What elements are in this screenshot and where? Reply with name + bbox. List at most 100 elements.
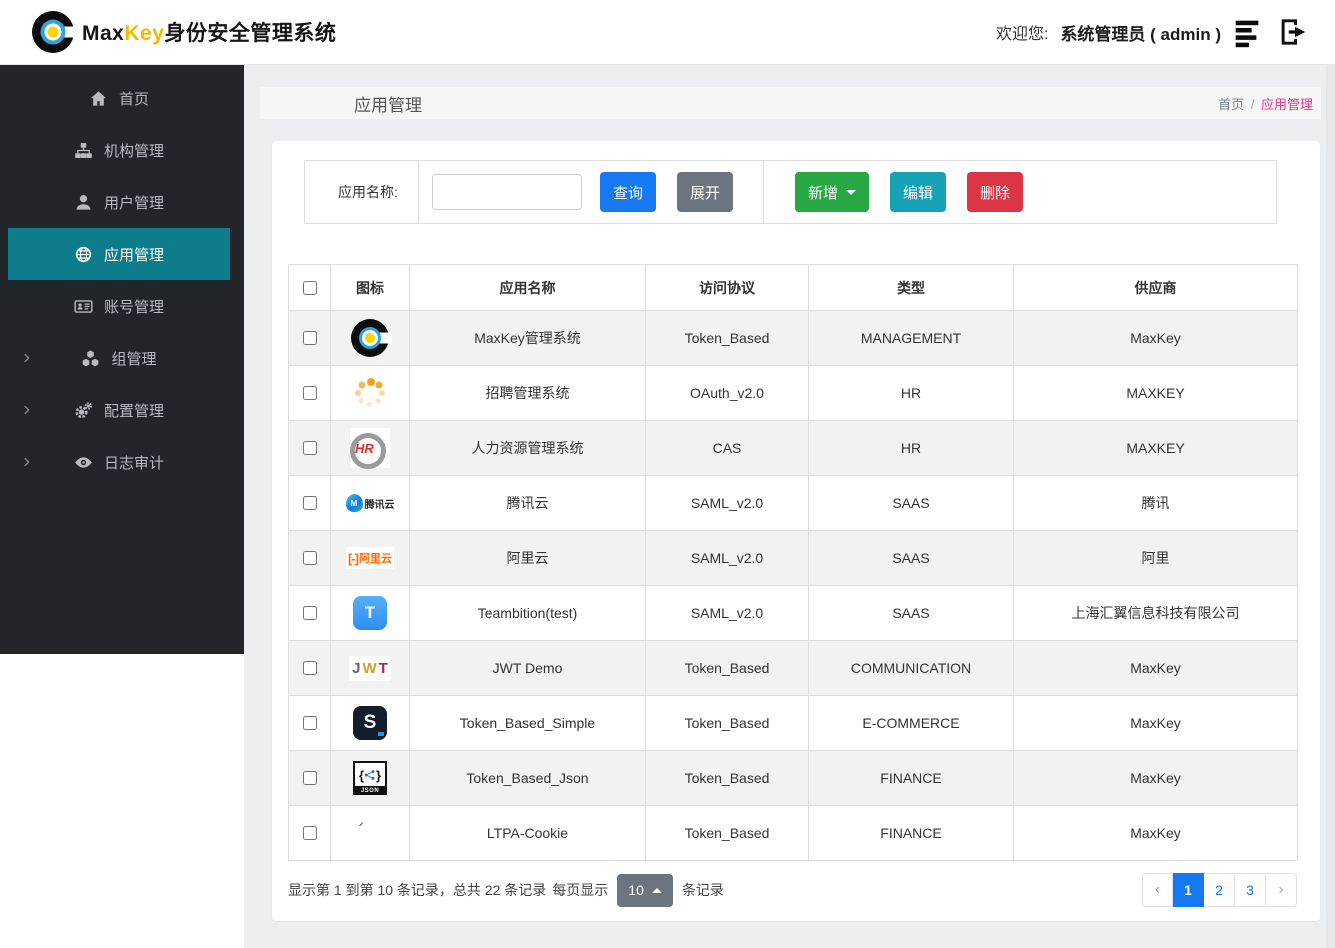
table-row[interactable]: LTPA-Cookie Token_Based FINANCE MaxKey	[288, 805, 1298, 861]
app-vendor: 上海汇翼信息科技有限公司	[1013, 585, 1298, 641]
sidebar-item-config[interactable]: 配置管理	[8, 384, 230, 436]
app-protocol: CAS	[645, 420, 809, 476]
table-header-row: 图标 应用名称 访问协议 类型 供应商	[288, 264, 1298, 311]
page-button-1[interactable]: 1	[1173, 873, 1204, 907]
app-type: SAAS	[808, 475, 1014, 531]
row-checkbox[interactable]	[303, 496, 317, 510]
page-size-dropdown[interactable]: 10	[617, 873, 673, 907]
edit-button[interactable]: 编辑	[890, 172, 947, 212]
table-row[interactable]: T Teambition(test) SAML_v2.0 SAAS 上海汇翼信息…	[288, 585, 1298, 641]
app-type: FINANCE	[808, 750, 1014, 806]
list-icon[interactable]	[1233, 16, 1265, 48]
page-title: 应用管理	[354, 95, 422, 115]
row-checkbox[interactable]	[303, 771, 317, 785]
breadcrumb-home[interactable]: 首页	[1218, 97, 1244, 112]
row-checkbox[interactable]	[303, 331, 317, 345]
sidebar-item-users[interactable]: 用户管理	[8, 176, 230, 228]
gears-icon	[75, 401, 93, 418]
page-button-3[interactable]: 3	[1235, 873, 1266, 907]
page-buttons: ‹ 1 2 3 ›	[1142, 873, 1297, 907]
app-name-input[interactable]	[432, 174, 582, 210]
table-row[interactable]: S Token_Based_Simple Token_Based E-COMME…	[288, 695, 1298, 751]
chevron-right-icon	[20, 456, 33, 469]
sidebar: 首页 机构管理 用户管理 应用管理 账号管理 组管理 配置管理 日志审计	[0, 64, 244, 654]
row-checkbox[interactable]	[303, 441, 317, 455]
select-all-checkbox[interactable]	[303, 280, 317, 295]
table-row[interactable]: MaxKey管理系统 Token_Based MANAGEMENT MaxKey	[288, 310, 1298, 366]
app-type: E-COMMERCE	[808, 695, 1014, 751]
sidebar-item-org[interactable]: 机构管理	[8, 124, 230, 176]
aliyun-icon: [-] 阿里云	[346, 547, 394, 569]
page-size-label: 每页显示	[552, 882, 609, 898]
app-protocol: OAuth_v2.0	[645, 365, 809, 421]
app-protocol: SAML_v2.0	[645, 585, 809, 641]
maxkey-app: MaxKey身份安全管理系统 欢迎您: 系统管理员 ( admin ) 首页 机…	[0, 0, 1335, 948]
sidebar-item-audit[interactable]: 日志审计	[8, 436, 230, 488]
brand-cn: 身份安全管理系统	[164, 22, 337, 45]
sidebar-item-label: 日志审计	[103, 454, 164, 472]
table-row[interactable]: M 腾讯云 腾讯云 SAML_v2.0 SAAS 腾讯	[288, 475, 1298, 531]
app-vendor: MAXKEY	[1013, 365, 1298, 421]
maxkey-logo-icon	[32, 11, 77, 53]
app-protocol: Token_Based	[645, 695, 809, 751]
app-protocol: SAML_v2.0	[645, 475, 809, 531]
app-name: Token_Based_Json	[409, 750, 646, 806]
records-summary: 显示第 1 到第 10 条记录，总共 22 条记录	[288, 882, 547, 898]
records-suffix: 条记录	[681, 882, 724, 898]
sidebar-item-accounts[interactable]: 账号管理	[8, 280, 230, 332]
maxkey-logo-icon	[351, 319, 392, 357]
row-checkbox[interactable]	[303, 661, 317, 675]
row-checkbox[interactable]	[303, 606, 317, 620]
logout-icon[interactable]	[1277, 16, 1309, 48]
col-header-icon: 图标	[330, 264, 410, 311]
prev-page-button[interactable]: ‹	[1142, 873, 1173, 907]
row-checkbox[interactable]	[303, 716, 317, 730]
sidebar-item-home[interactable]: 首页	[8, 72, 230, 124]
col-header-vendor: 供应商	[1013, 264, 1298, 311]
app-vendor: MaxKey	[1013, 310, 1298, 366]
next-page-button[interactable]: ›	[1266, 873, 1297, 907]
app-type: MANAGEMENT	[808, 310, 1014, 366]
content-panel: 应用名称: 查询 展开 新增 编辑 删除 图标 应用名称 访问协议 类型 供应商…	[272, 141, 1320, 921]
table-row[interactable]: HR 人力资源管理系统 CAS HR MAXKEY	[288, 420, 1298, 476]
scrollbar[interactable]	[1326, 64, 1335, 948]
app-name: 人力资源管理系统	[409, 420, 646, 476]
app-protocol: Token_Based	[645, 310, 809, 366]
col-header-protocol: 访问协议	[645, 264, 809, 311]
delete-button[interactable]: 删除	[967, 172, 1024, 212]
row-checkbox[interactable]	[303, 826, 317, 840]
table-row[interactable]: {} JSON Token_Based_Json Token_Based FINA…	[288, 750, 1298, 806]
row-checkbox[interactable]	[303, 386, 317, 400]
dots-spinner-icon	[352, 375, 388, 411]
table-row[interactable]: 招聘管理系统 OAuth_v2.0 HR MAXKEY	[288, 365, 1298, 421]
row-checkbox[interactable]	[303, 551, 317, 565]
table-row[interactable]: [-] 阿里云 阿里云 SAML_v2.0 SAAS 阿里	[288, 530, 1298, 586]
breadcrumb-separator: /	[1250, 96, 1255, 112]
app-type: SAAS	[808, 585, 1014, 641]
app-vendor: MaxKey	[1013, 805, 1298, 861]
sidebar-item-apps[interactable]: 应用管理	[8, 228, 230, 280]
app-protocol: Token_Based	[645, 640, 809, 696]
app-name: 腾讯云	[409, 475, 646, 531]
page-button-2[interactable]: 2	[1204, 873, 1235, 907]
breadcrumb: 首页 / 应用管理	[1218, 94, 1313, 113]
sidebar-item-label: 账号管理	[103, 298, 164, 316]
app-name: Teambition(test)	[409, 585, 646, 641]
s-logo-icon: S	[353, 706, 387, 740]
app-name: LTPA-Cookie	[409, 805, 646, 861]
app-vendor: MaxKey	[1013, 640, 1298, 696]
app-name: MaxKey管理系统	[409, 310, 646, 366]
expand-button[interactable]: 展开	[677, 172, 734, 212]
add-button[interactable]: 新增	[795, 172, 870, 212]
sidebar-item-groups[interactable]: 组管理	[8, 332, 230, 384]
breadcrumb-current: 应用管理	[1260, 96, 1313, 112]
table-row[interactable]: JWT JWT Demo Token_Based COMMUNICATION M…	[288, 640, 1298, 696]
app-vendor: 腾讯	[1013, 475, 1298, 531]
sidebar-item-label: 用户管理	[103, 194, 164, 212]
query-button[interactable]: 查询	[600, 172, 657, 212]
caret-down-icon	[846, 189, 857, 195]
sidebar-item-label: 组管理	[111, 350, 157, 368]
ltpa-ring-icon	[352, 815, 388, 851]
app-type: SAAS	[808, 530, 1014, 586]
sidebar-item-label: 机构管理	[103, 142, 164, 160]
